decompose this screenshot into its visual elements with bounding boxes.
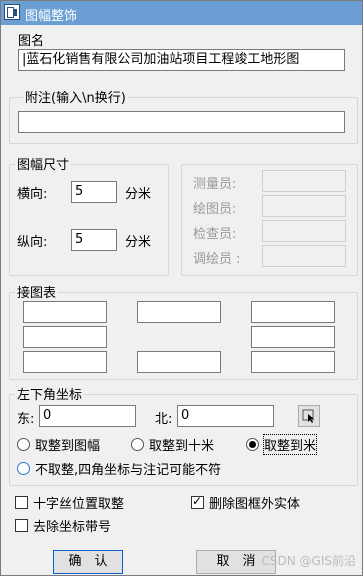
remove-zone-label[interactable]: 去除坐标带号 [33,516,111,535]
map-name-label: 图名 [18,34,45,49]
coords-label: 左下角坐标 [15,384,85,403]
radio-round-ten-meters-label[interactable]: 取整到十米 [149,435,214,454]
adjacent-w-input[interactable] [23,326,107,348]
plotter-label: 调绘员 : [193,252,241,267]
east-label: 东: [17,412,35,427]
radio-no-round[interactable] [17,462,30,475]
north-label: 北: [155,412,173,427]
north-input[interactable]: 0 [177,405,274,427]
delete-outside-checkbox[interactable] [191,494,204,509]
adjacent-ne-input[interactable] [251,301,335,323]
note-input[interactable] [18,111,345,133]
window-title: 图幅整饰 [25,9,78,24]
horizontal-input[interactable]: 5 [71,181,117,203]
title-bar[interactable]: 图幅整饰 [1,1,362,25]
drafter-input [262,195,346,217]
ok-button[interactable]: 确 认 [53,550,123,574]
pick-point-icon [302,409,314,423]
drafter-label: 绘图员: [193,202,237,217]
vertical-label: 纵向: [17,235,48,250]
app-icon [4,4,20,20]
horizontal-unit: 分米 [125,187,152,202]
radio-round-sheet[interactable] [17,438,30,451]
adjacent-n-input[interactable] [137,301,221,323]
note-label: 附注(输入\n换行) [23,87,128,106]
surveyor-input [262,170,346,192]
adjacent-label: 接图表 [15,282,59,301]
checker-label: 检查员: [193,227,237,242]
radio-round-meter-label[interactable]: 取整到米 [262,434,318,455]
adjacent-s-input[interactable] [137,351,221,373]
frame-size-label: 图幅尺寸 [15,154,72,173]
adjacent-e-input[interactable] [251,326,335,348]
dialog-window: 图幅整饰 图名 |蓝石化销售有限公司加油站项目工程竣工地形图 附注(输入\n换行… [0,0,363,576]
pick-point-button[interactable] [298,405,320,427]
cross-rounding-checkbox[interactable] [15,496,28,509]
surveyor-label: 测量员: [193,177,237,192]
east-input[interactable]: 0 [39,405,136,427]
adjacent-sw-input[interactable] [23,351,107,373]
cross-rounding-label[interactable]: 十字丝位置取整 [33,493,124,512]
watermark: CSDN @GIS前沿 [261,554,356,568]
remove-zone-checkbox[interactable] [15,519,28,532]
radio-no-round-label[interactable]: 不取整,四角坐标与注记可能不符 [35,459,221,478]
vertical-unit: 分米 [125,235,152,250]
horizontal-label: 横向: [17,187,48,202]
checker-input [262,220,346,242]
adjacent-se-input[interactable] [251,351,335,373]
plotter-input [262,245,346,267]
vertical-input[interactable]: 5 [71,229,117,251]
adjacent-nw-input[interactable] [23,301,107,323]
delete-outside-label[interactable]: 删除图框外实体 [209,493,300,512]
radio-round-sheet-label[interactable]: 取整到图幅 [35,435,100,454]
radio-round-meter[interactable] [246,438,259,451]
radio-round-ten-meters[interactable] [131,438,144,451]
map-name-input[interactable]: |蓝石化销售有限公司加油站项目工程竣工地形图 [18,49,345,71]
